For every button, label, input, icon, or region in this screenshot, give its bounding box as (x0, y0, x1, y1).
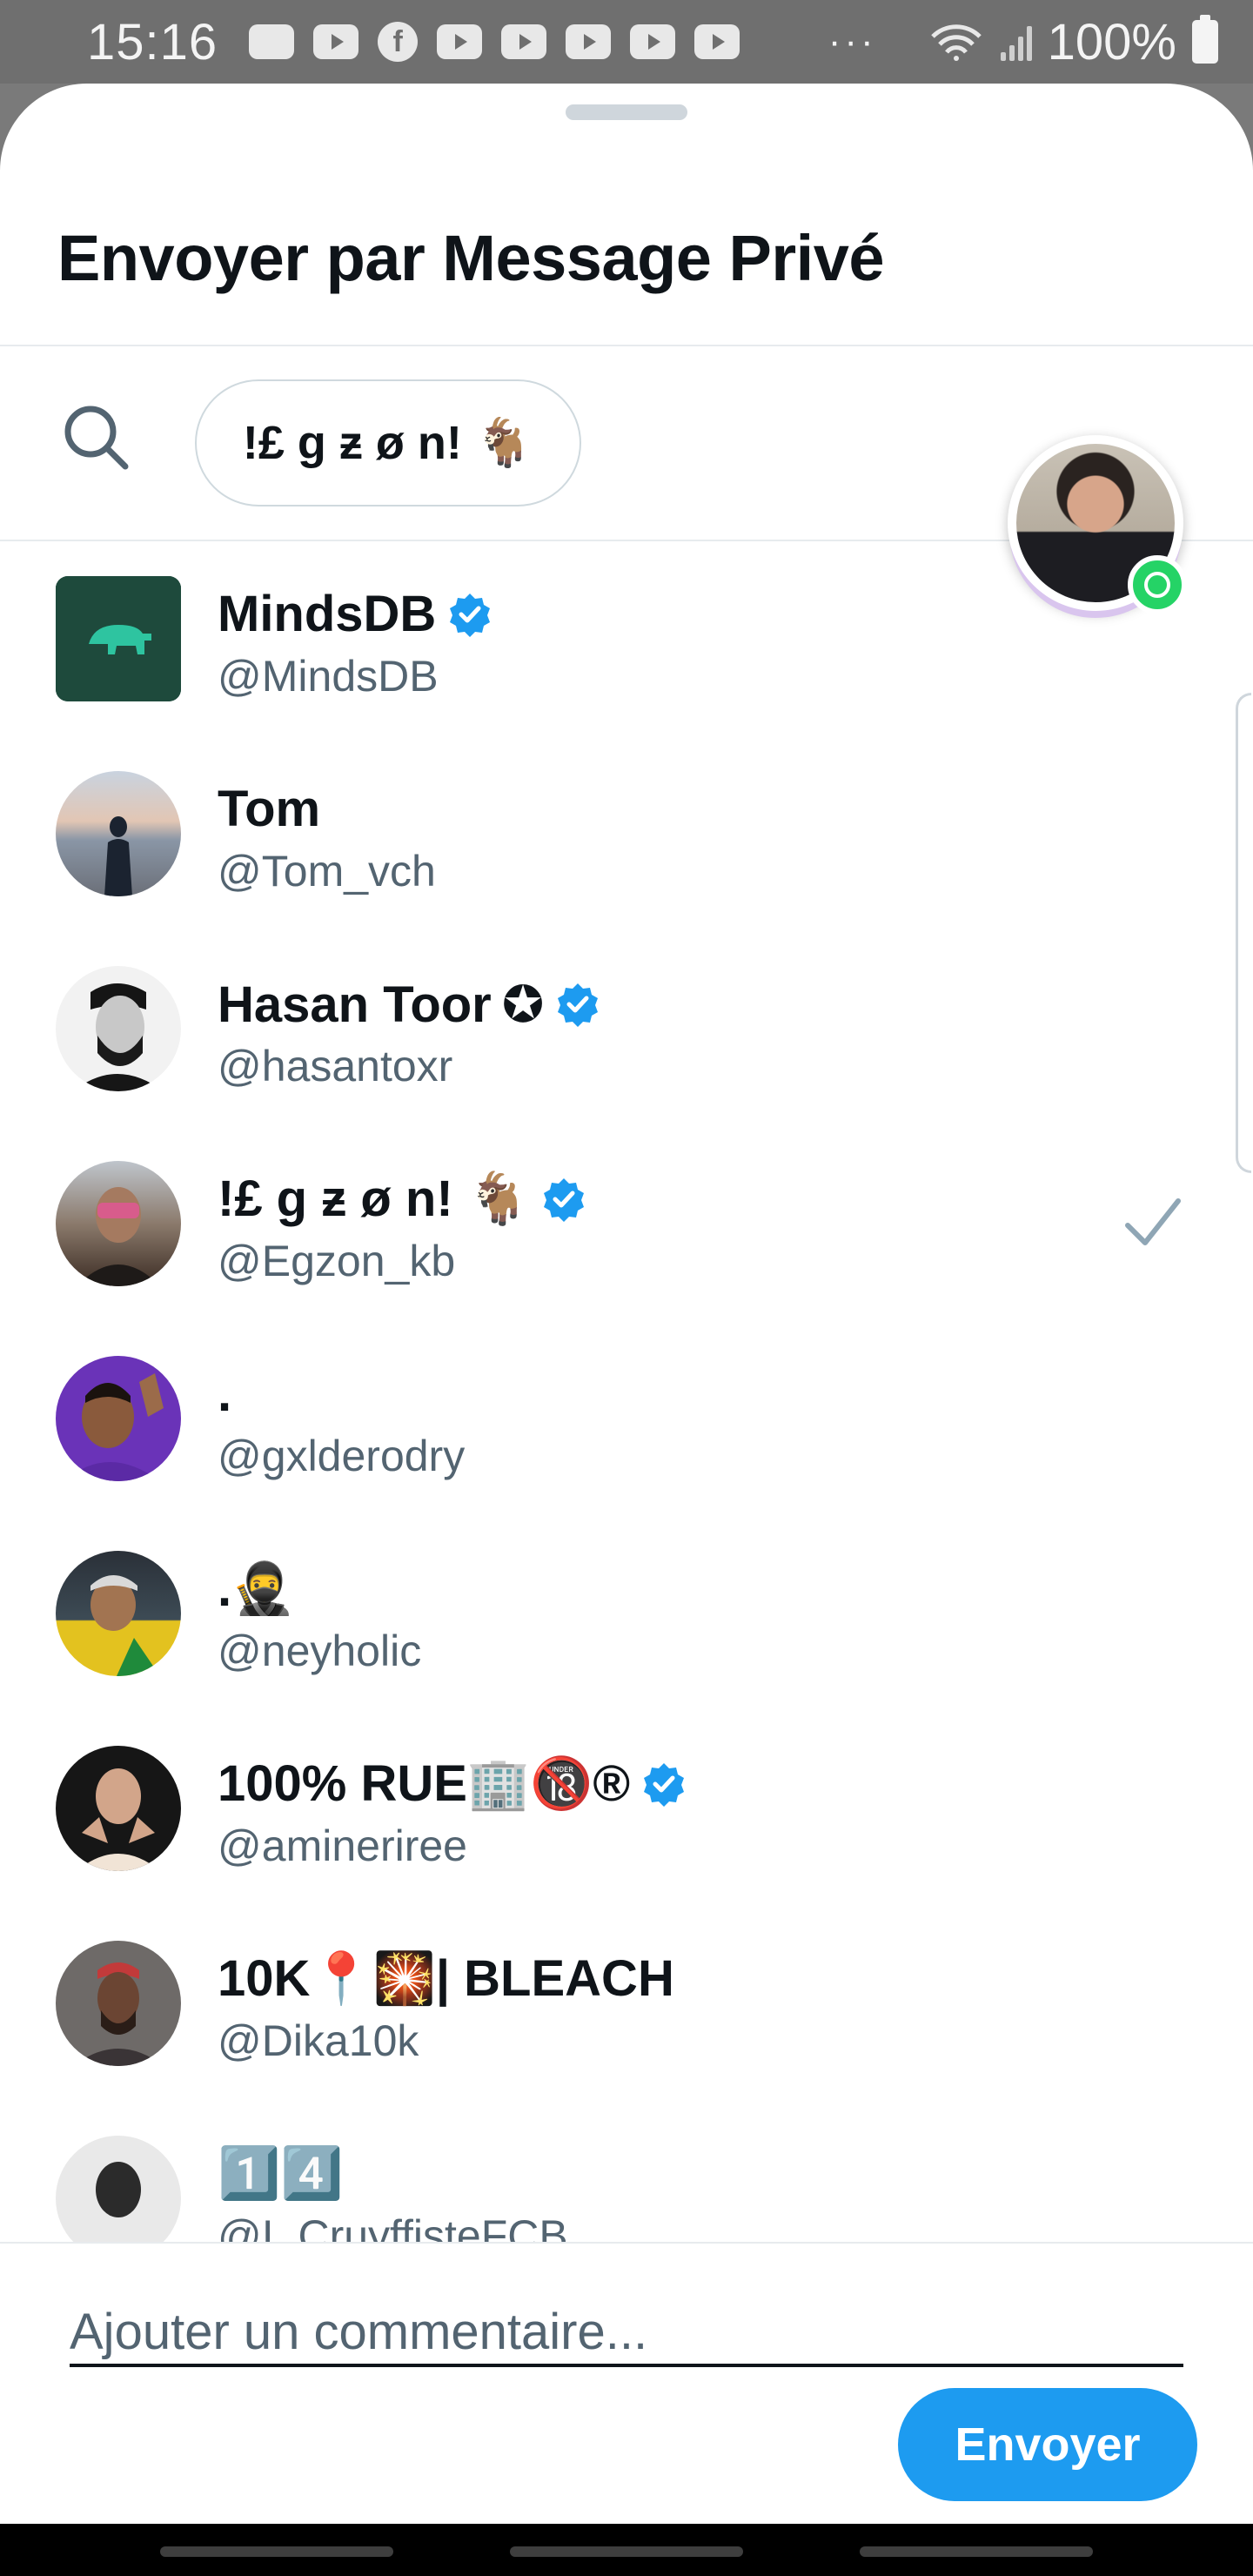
youtube-icon (501, 24, 547, 59)
contact-handle: @gxlderodry (218, 1432, 466, 1480)
contact-handle: @amineriree (218, 1821, 467, 1870)
contact-name: MindsDB (218, 585, 493, 643)
avatar (56, 1161, 181, 1286)
contact-handle: @Dika10k (218, 2016, 419, 2065)
comment-input[interactable] (70, 2299, 1183, 2367)
avatar (56, 1746, 181, 1871)
nav-recents-handle[interactable] (160, 2546, 393, 2557)
selected-check-icon (1125, 1198, 1181, 1245)
wifi-icon (930, 24, 982, 61)
contact-name: .🥷 (218, 1560, 295, 1617)
contact-name: Hasan Toor ✪ (218, 975, 601, 1034)
contact-name: 100% RUE🏢🔞® (218, 1754, 687, 1814)
facebook-icon: f (378, 22, 419, 62)
more-dots-icon: ··· (828, 20, 877, 63)
system-nav-bar (0, 2524, 1253, 2576)
list-item[interactable]: !£ g ƶ ø n! 🐐 @Egzon_kb (0, 1138, 1253, 1333)
send-button[interactable]: Envoyer (898, 2388, 1197, 2501)
sheet-title: Envoyer par Message Privé (57, 222, 885, 294)
list-item[interactable]: . @gxlderodry (0, 1333, 1253, 1528)
video-icon (313, 24, 359, 59)
youtube-icon (566, 24, 612, 59)
youtube-icon (437, 24, 483, 59)
avatar (56, 1551, 181, 1676)
scrollbar[interactable] (1236, 693, 1251, 1173)
contact-name: Tom (218, 781, 321, 837)
divider (0, 345, 1253, 346)
clock: 15:16 (87, 13, 218, 70)
list-item[interactable]: Tom @Tom_vch (0, 748, 1253, 943)
verified-badge-icon (450, 593, 491, 637)
floating-chat-head[interactable] (1008, 435, 1187, 616)
whatsapp-icon (1128, 555, 1187, 614)
youtube-icon (694, 24, 740, 59)
youtube-icon (630, 24, 676, 59)
nav-home-handle[interactable] (510, 2546, 743, 2557)
notification-icons: f (249, 22, 740, 62)
signal-icon (1000, 23, 1032, 61)
list-item[interactable]: 100% RUE🏢🔞® @amineriree (0, 1723, 1253, 1918)
avatar (56, 966, 181, 1091)
status-bar: 15:16 f ··· 100% (0, 0, 1253, 84)
verified-badge-icon (644, 1763, 685, 1807)
avatar (56, 1356, 181, 1481)
contact-name: !£ g ƶ ø n! 🐐 (218, 1170, 587, 1229)
list-item[interactable]: 10K📍🎇| BLEACH @Dika10k (0, 1918, 1253, 2113)
contact-handle: @MindsDB (218, 652, 439, 701)
selected-recipient-chip[interactable]: !£ g ƶ ø n! 🐐 (195, 379, 581, 506)
battery-percent: 100% (1047, 13, 1176, 70)
contact-handle: @Egzon_kb (218, 1237, 456, 1285)
share-sheet: Envoyer par Message Privé !£ g ƶ ø n! 🐐 … (0, 84, 1253, 2524)
list-item[interactable]: Hasan Toor ✪ @hasantoxr (0, 943, 1253, 1138)
avatar (56, 771, 181, 896)
contact-handle: @neyholic (218, 1627, 422, 1675)
drag-handle[interactable] (566, 104, 687, 120)
list-item[interactable]: .🥷 @neyholic (0, 1528, 1253, 1723)
message-icon (249, 24, 295, 59)
search-icon[interactable] (59, 400, 132, 473)
nav-back-handle[interactable] (860, 2546, 1093, 2557)
star-badge-icon: ✪ (501, 976, 545, 1033)
comment-area: Envoyer (0, 2242, 1253, 2524)
verified-badge-icon (543, 1178, 584, 1222)
contact-name: 10K📍🎇| BLEACH (218, 1950, 674, 2007)
contact-handle: @Tom_vch (218, 847, 436, 896)
contact-name: . (218, 1365, 232, 1422)
contact-name: 1️⃣4️⃣ (218, 2145, 344, 2202)
contact-handle: @hasantoxr (218, 1042, 453, 1090)
verified-badge-icon (558, 983, 599, 1027)
avatar (56, 576, 181, 701)
avatar (56, 1941, 181, 2066)
battery-icon (1192, 15, 1218, 64)
